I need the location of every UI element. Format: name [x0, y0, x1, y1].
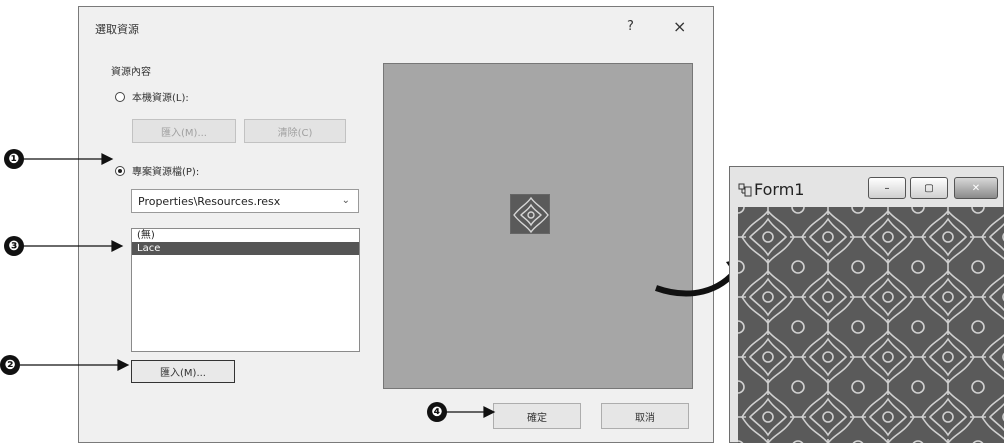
callout-1-arrowhead — [101, 153, 114, 165]
maximize-button[interactable]: ▢ — [910, 177, 948, 199]
curved-arrow — [655, 266, 741, 297]
form1-title: Form1 — [754, 180, 805, 199]
close-button[interactable]: ✕ — [954, 177, 998, 199]
callout-2-arrowhead — [117, 359, 130, 371]
callout-2: ❷ — [0, 355, 20, 375]
form-app-icon — [738, 183, 752, 197]
minimize-button[interactable]: – — [868, 177, 906, 199]
callout-3-arrowhead — [111, 240, 124, 252]
callout-4: ❹ — [427, 402, 447, 422]
callout-4-arrowhead — [483, 406, 496, 418]
callout-3: ❸ — [4, 236, 24, 256]
lace-background-pattern — [738, 207, 1004, 443]
form1-window: Form1 – ▢ ✕ — [729, 166, 1004, 443]
callout-1: ❶ — [4, 149, 24, 169]
form1-client-area — [738, 207, 1004, 443]
